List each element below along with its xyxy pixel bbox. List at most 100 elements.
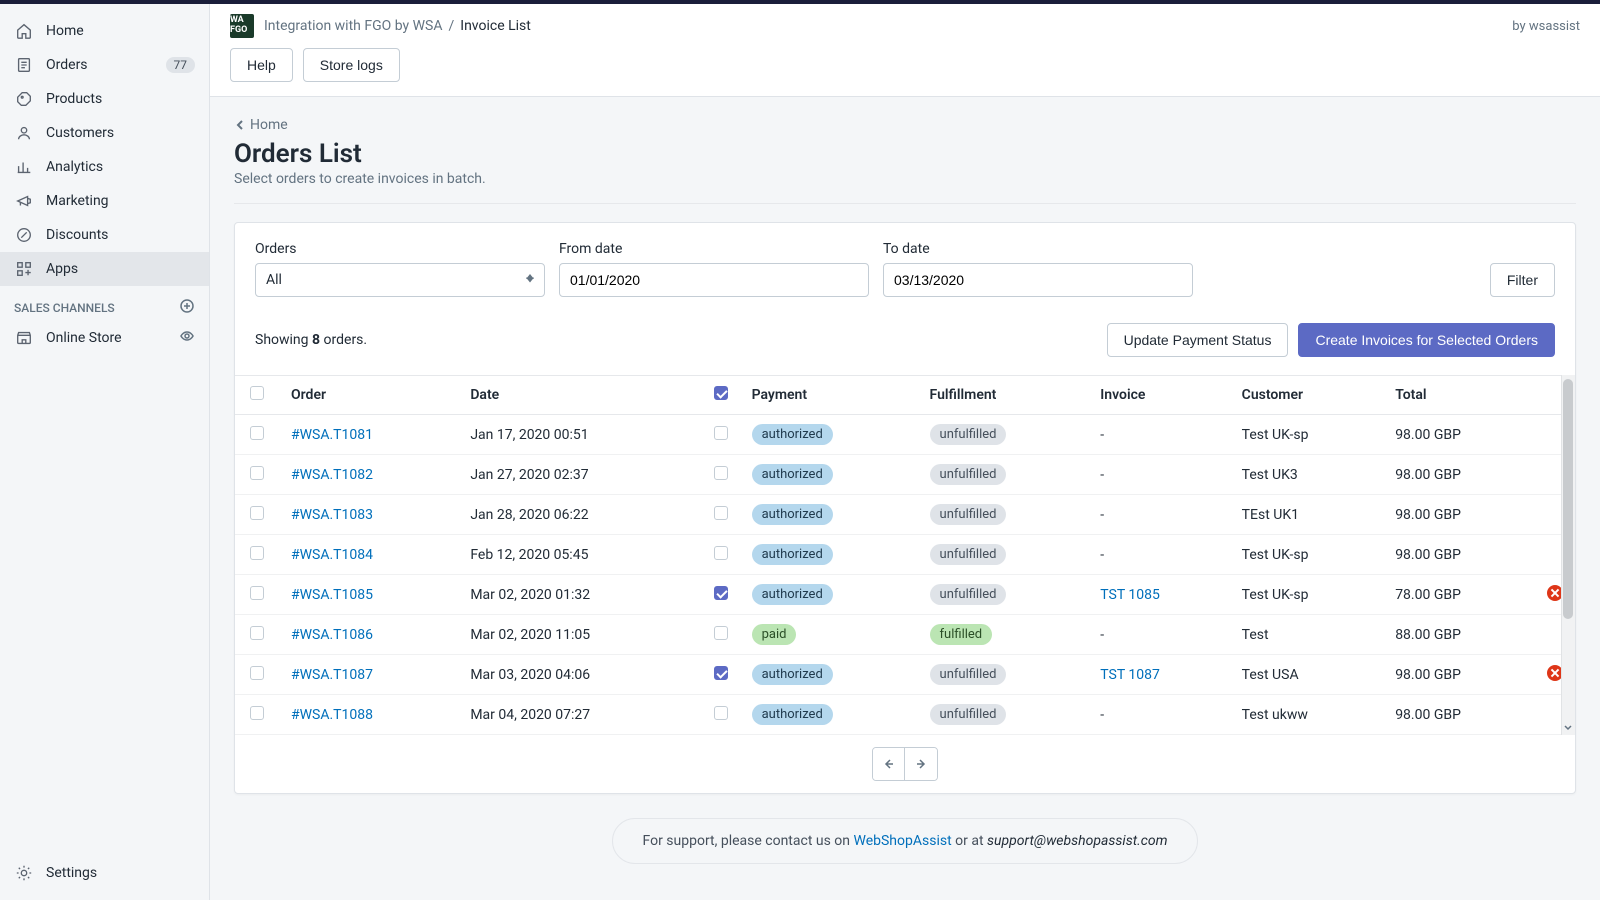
payment-badge: authorized (752, 424, 833, 445)
order-date: Mar 02, 2020 11:05 (458, 615, 701, 655)
create-invoices-button[interactable]: Create Invoices for Selected Orders (1298, 323, 1555, 357)
scroll-down-icon[interactable] (1563, 723, 1573, 733)
sidebar-item-analytics[interactable]: Analytics (0, 150, 209, 184)
sidebar-item-label: Settings (46, 865, 195, 881)
app-header: WA FGO Integration with FGO by WSA / Inv… (210, 4, 1600, 97)
update-payment-button[interactable]: Update Payment Status (1107, 323, 1289, 357)
eye-icon[interactable] (179, 328, 195, 348)
invoice-value: - (1100, 547, 1104, 563)
invoice-link[interactable]: TST 1085 (1100, 587, 1160, 603)
sidebar-item-marketing[interactable]: Marketing (0, 184, 209, 218)
row-checkbox[interactable] (250, 426, 264, 440)
order-link[interactable]: #WSA.T1085 (291, 587, 373, 603)
support-link[interactable]: WebShopAssist (854, 833, 952, 849)
breadcrumb-app[interactable]: Integration with FGO by WSA (264, 18, 442, 34)
order-total: 98.00 GBP (1383, 655, 1535, 695)
pager-prev-button[interactable] (873, 748, 905, 780)
order-total: 78.00 GBP (1383, 575, 1535, 615)
order-date: Feb 12, 2020 05:45 (458, 535, 701, 575)
scrollbar[interactable] (1561, 375, 1575, 735)
row-checkbox-secondary[interactable] (714, 626, 728, 640)
row-checkbox-secondary[interactable] (714, 506, 728, 520)
row-checkbox[interactable] (250, 506, 264, 520)
sidebar-item-label: Products (46, 91, 195, 107)
header-checkbox-secondary[interactable] (714, 386, 728, 400)
sidebar-item-label: Home (46, 23, 195, 39)
row-checkbox[interactable] (250, 466, 264, 480)
col-invoice[interactable]: Invoice (1088, 376, 1229, 415)
order-link[interactable]: #WSA.T1083 (291, 507, 373, 523)
help-button[interactable]: Help (230, 48, 293, 82)
chevron-left-icon (234, 119, 246, 131)
customers-icon (14, 123, 34, 143)
row-checkbox[interactable] (250, 586, 264, 600)
sidebar-item-discounts[interactable]: Discounts (0, 218, 209, 252)
invoice-link[interactable]: TST 1087 (1100, 667, 1160, 683)
order-link[interactable]: #WSA.T1084 (291, 547, 373, 563)
arrow-left-icon (883, 758, 895, 770)
marketing-icon (14, 191, 34, 211)
from-date-input[interactable] (559, 263, 869, 297)
scrollbar-thumb[interactable] (1563, 379, 1573, 619)
to-date-input[interactable] (883, 263, 1193, 297)
col-customer[interactable]: Customer (1230, 376, 1384, 415)
table-row: #WSA.T1082Jan 27, 2020 02:37authorizedun… (235, 455, 1575, 495)
col-fulfillment[interactable]: Fulfillment (918, 376, 1089, 415)
sidebar-item-orders[interactable]: Orders77 (0, 48, 209, 82)
col-date[interactable]: Date (458, 376, 701, 415)
row-checkbox[interactable] (250, 626, 264, 640)
products-icon (14, 89, 34, 109)
sidebar-item-products[interactable]: Products (0, 82, 209, 116)
row-checkbox-secondary[interactable] (714, 666, 728, 680)
sidebar-item-customers[interactable]: Customers (0, 116, 209, 150)
col-order[interactable]: Order (279, 376, 458, 415)
col-total[interactable]: Total (1383, 376, 1535, 415)
invoice-value: - (1100, 467, 1104, 483)
sidebar: Home Orders77 Products Customers Analytics Ma… (0, 4, 210, 900)
row-checkbox-secondary[interactable] (714, 706, 728, 720)
sidebar-item-label: Marketing (46, 193, 195, 209)
invoice-value: - (1100, 427, 1104, 443)
row-checkbox-secondary[interactable] (714, 466, 728, 480)
order-link[interactable]: #WSA.T1088 (291, 707, 373, 723)
row-checkbox-secondary[interactable] (714, 546, 728, 560)
row-checkbox-secondary[interactable] (714, 586, 728, 600)
row-checkbox[interactable] (250, 546, 264, 560)
back-link[interactable]: Home (234, 117, 1576, 133)
row-checkbox[interactable] (250, 666, 264, 680)
orders-table-wrap: Order Date Payment Fulfillment Invoice C… (235, 375, 1575, 735)
byline: by wsassist (1512, 19, 1580, 34)
orders-filter-label: Orders (255, 241, 545, 257)
order-link[interactable]: #WSA.T1082 (291, 467, 373, 483)
pager-next-button[interactable] (905, 748, 937, 780)
order-link[interactable]: #WSA.T1081 (291, 427, 373, 443)
order-date: Jan 17, 2020 00:51 (458, 415, 701, 455)
filter-button[interactable]: Filter (1490, 263, 1555, 297)
gear-icon (14, 863, 34, 883)
orders-filter-select[interactable]: All (255, 263, 545, 297)
customer-name: TEst UK1 (1230, 495, 1384, 535)
row-checkbox-secondary[interactable] (714, 426, 728, 440)
support-email: support@webshopassist.com (987, 833, 1167, 849)
arrow-right-icon (915, 758, 927, 770)
customer-name: Test USA (1230, 655, 1384, 695)
sidebar-item-label: Orders (46, 57, 166, 73)
col-payment[interactable]: Payment (740, 376, 918, 415)
home-icon (14, 21, 34, 41)
sidebar-item-home[interactable]: Home (0, 14, 209, 48)
select-all-checkbox[interactable] (250, 386, 264, 400)
order-total: 98.00 GBP (1383, 455, 1535, 495)
order-link[interactable]: #WSA.T1086 (291, 627, 373, 643)
customer-name: Test (1230, 615, 1384, 655)
add-channel-icon[interactable] (179, 298, 195, 317)
sidebar-item-label: Analytics (46, 159, 195, 175)
store-logs-button[interactable]: Store logs (303, 48, 400, 82)
order-date: Mar 03, 2020 04:06 (458, 655, 701, 695)
fulfillment-badge: unfulfilled (930, 544, 1007, 565)
sidebar-item-apps[interactable]: Apps (0, 252, 209, 286)
channel-item-online-store[interactable]: Online Store (0, 321, 209, 355)
order-link[interactable]: #WSA.T1087 (291, 667, 373, 683)
channel-label: Online Store (46, 330, 179, 346)
sidebar-item-settings[interactable]: Settings (0, 856, 209, 890)
row-checkbox[interactable] (250, 706, 264, 720)
